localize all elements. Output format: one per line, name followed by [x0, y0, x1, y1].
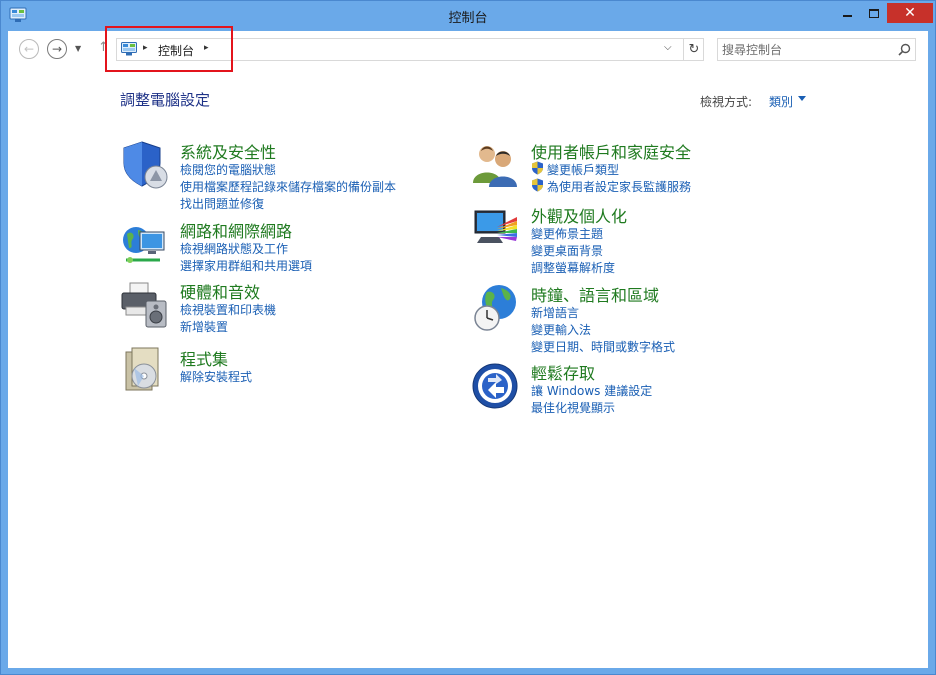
uac-shield-icon — [532, 161, 543, 175]
link-add-language[interactable]: 新增語言 — [531, 304, 579, 321]
view-by-label: 檢視方式: — [700, 95, 753, 109]
forward-button[interactable]: → — [47, 39, 67, 59]
chevron-down-icon[interactable] — [798, 96, 806, 101]
category-title-programs[interactable]: 程式集 — [180, 346, 228, 370]
link-network-status[interactable]: 檢視網路狀態及工作 — [180, 240, 288, 257]
monitor-colors-icon[interactable] — [471, 203, 521, 253]
link-change-account-type[interactable]: 變更帳戶類型 — [547, 161, 619, 178]
category-title-appearance[interactable]: 外觀及個人化 — [531, 203, 627, 227]
link-family-safety[interactable]: 為使用者設定家長監護服務 — [547, 178, 691, 195]
minimize-icon — [842, 15, 852, 17]
category-title-ease-of-access[interactable]: 輕鬆存取 — [531, 360, 595, 384]
close-button[interactable]: ✕ — [887, 3, 933, 23]
link-change-theme[interactable]: 變更佈景主題 — [531, 225, 603, 242]
category-appearance: 外觀及個人化 變更佈景主題 變更桌面背景 調整螢幕解析度 — [471, 203, 801, 276]
view-by-dropdown[interactable]: 類別 — [769, 93, 793, 110]
link-change-desktop-background[interactable]: 變更桌面背景 — [531, 242, 603, 259]
refresh-button[interactable]: ↻ — [683, 39, 704, 60]
category-title-clock-language-region[interactable]: 時鐘、語言和區域 — [531, 282, 659, 306]
link-change-input-method[interactable]: 變更輸入法 — [531, 321, 591, 338]
breadcrumb-control-panel[interactable]: 控制台 — [158, 42, 194, 59]
title-bar[interactable]: 控制台 ✕ — [1, 1, 935, 31]
link-homegroup-sharing[interactable]: 選擇家用群組和共用選項 — [180, 257, 312, 274]
category-title-user-accounts[interactable]: 使用者帳戶和家庭安全 — [531, 139, 691, 163]
maximize-icon — [869, 8, 879, 18]
category-hardware-sound: 硬體和音效 檢視裝置和印表機 新增裝置 — [120, 279, 450, 334]
link-find-fix-problems[interactable]: 找出問題並修復 — [180, 195, 264, 212]
back-arrow-icon: ← — [23, 42, 35, 56]
ease-of-access-icon[interactable] — [471, 360, 521, 410]
category-title-network-internet[interactable]: 網路和網際網路 — [180, 218, 292, 242]
uac-shield-icon — [532, 178, 543, 192]
link-devices-printers[interactable]: 檢視裝置和印表機 — [180, 301, 276, 318]
search-icon[interactable] — [898, 43, 911, 56]
control-panel-window: 控制台 ✕ ← → ▼ ↑ ▸ 控制台 ▸ ⌵ ↻ 搜尋控制台 調整電腦設定 檢… — [0, 0, 936, 675]
address-dropdown-icon[interactable]: ⌵ — [664, 42, 672, 53]
category-clock-language-region: 時鐘、語言和區域 新增語言 變更輸入法 變更日期、時間或數字格式 — [471, 282, 801, 355]
maximize-button[interactable] — [861, 3, 887, 23]
category-network-internet: 網路和網際網路 檢視網路狀態及工作 選擇家用群組和共用選項 — [120, 218, 450, 273]
close-icon: ✕ — [904, 5, 916, 21]
window-client-area: ← → ▼ ↑ ▸ 控制台 ▸ ⌵ ↻ 搜尋控制台 調整電腦設定 檢視方式: 類… — [8, 26, 928, 668]
window-title: 控制台 — [448, 11, 488, 26]
category-title-system-security[interactable]: 系統及安全性 — [180, 139, 276, 163]
printer-speaker-icon[interactable] — [120, 279, 170, 329]
navigation-bar: ← → ▼ ↑ ▸ 控制台 ▸ ⌵ ↻ — [8, 26, 928, 72]
network-icon[interactable] — [120, 218, 170, 268]
refresh-icon: ↻ — [688, 42, 700, 57]
back-button[interactable]: ← — [19, 39, 39, 59]
category-system-security: 系統及安全性 檢閱您的電腦狀態 使用檔案歷程記錄來儲存檔案的備份副本 找出問題並… — [120, 139, 450, 212]
link-optimize-visual-display[interactable]: 最佳化視覺顯示 — [531, 399, 615, 416]
page-title: 調整電腦設定 — [120, 91, 211, 109]
control-panel-icon — [121, 42, 137, 56]
globe-clock-icon[interactable] — [471, 282, 521, 332]
up-arrow-icon[interactable]: ↑ — [98, 40, 109, 55]
forward-arrow-icon: → — [51, 42, 63, 56]
address-bar[interactable]: ▸ 控制台 ▸ ⌵ ↻ — [116, 38, 704, 61]
minimize-button[interactable] — [833, 3, 861, 23]
breadcrumb-chevron-icon[interactable]: ▸ — [143, 43, 148, 53]
category-ease-of-access: 輕鬆存取 讓 Windows 建議設定 最佳化視覺顯示 — [471, 360, 801, 415]
link-review-computer-status[interactable]: 檢閱您的電腦狀態 — [180, 161, 276, 178]
search-box[interactable] — [717, 38, 916, 61]
link-file-history-backup[interactable]: 使用檔案歷程記錄來儲存檔案的備份副本 — [180, 178, 396, 195]
shield-icon[interactable] — [120, 139, 170, 189]
link-add-device[interactable]: 新增裝置 — [180, 318, 228, 335]
search-input[interactable] — [722, 41, 888, 58]
users-icon[interactable] — [471, 139, 521, 189]
category-user-accounts: 使用者帳戶和家庭安全 變更帳戶類型 為使用者設定家長監護服務 — [471, 139, 801, 194]
programs-icon[interactable] — [120, 346, 170, 396]
category-programs: 程式集 解除安裝程式 — [120, 346, 450, 396]
link-uninstall-program[interactable]: 解除安裝程式 — [180, 368, 252, 385]
link-let-windows-suggest[interactable]: 讓 Windows 建議設定 — [531, 382, 652, 399]
category-title-hardware-sound[interactable]: 硬體和音效 — [180, 279, 260, 303]
recent-locations-icon[interactable]: ▼ — [75, 44, 81, 53]
breadcrumb-chevron-icon[interactable]: ▸ — [204, 43, 209, 53]
link-screen-resolution[interactable]: 調整螢幕解析度 — [531, 259, 615, 276]
link-date-time-number-format[interactable]: 變更日期、時間或數字格式 — [531, 338, 675, 355]
